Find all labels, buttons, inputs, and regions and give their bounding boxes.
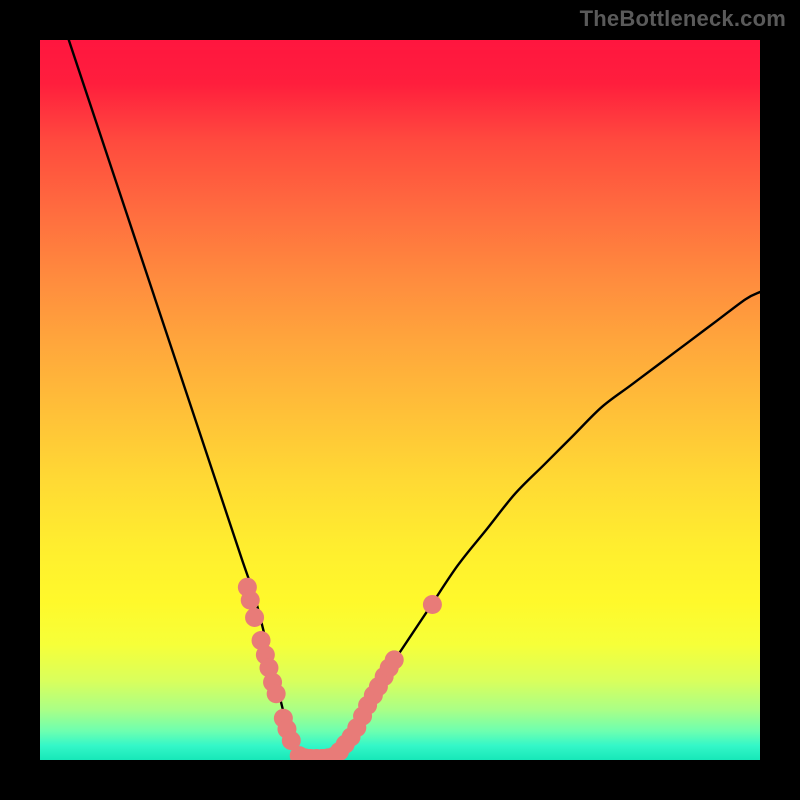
curve-markers xyxy=(238,578,442,760)
plot-area xyxy=(40,40,760,760)
chart-svg xyxy=(40,40,760,760)
chart-frame: TheBottleneck.com xyxy=(0,0,800,800)
data-marker xyxy=(385,650,404,669)
bottleneck-curve xyxy=(69,40,760,760)
data-marker xyxy=(241,591,260,610)
data-marker xyxy=(423,595,442,614)
watermark-text: TheBottleneck.com xyxy=(580,6,786,32)
data-marker xyxy=(245,608,264,627)
data-marker xyxy=(267,684,286,703)
